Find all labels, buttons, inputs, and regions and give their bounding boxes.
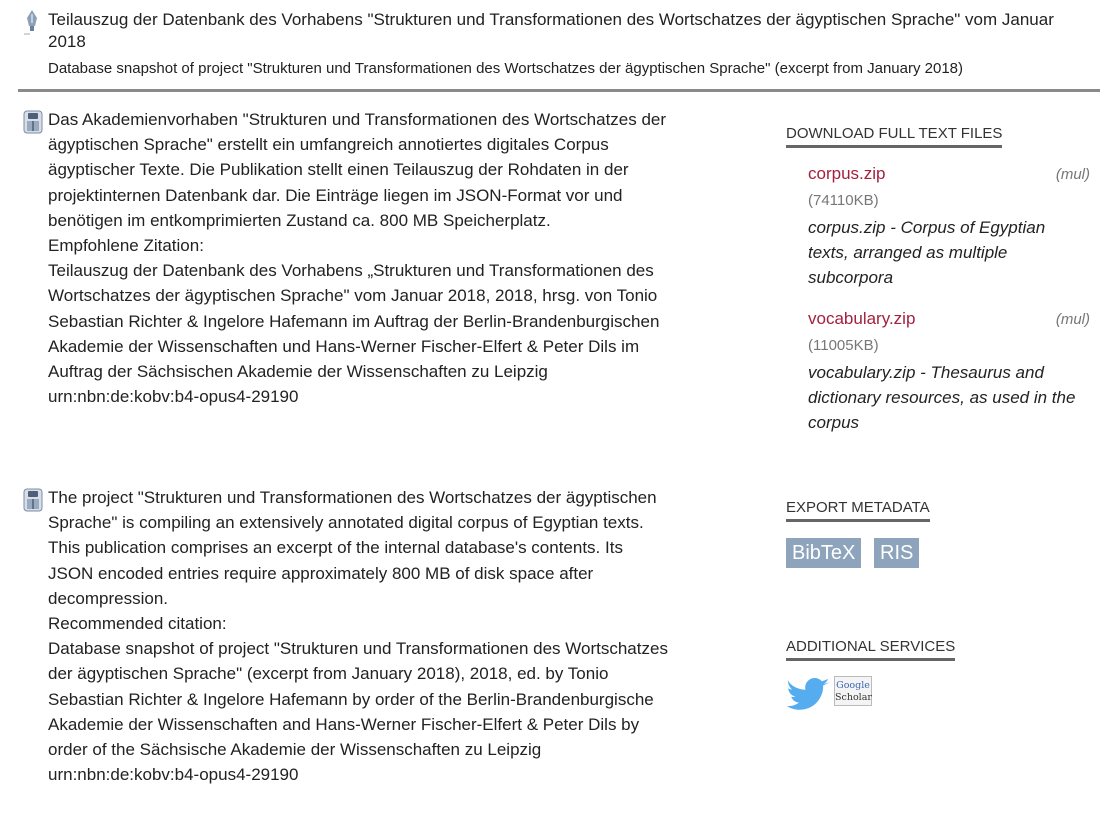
urn-identifier: urn:nbn:de:kobv:b4-opus4-29190 xyxy=(48,387,299,407)
file-language: (mul) xyxy=(1055,311,1090,328)
file-language: (mul) xyxy=(1055,166,1090,183)
corpus-download-link[interactable]: corpus.zip xyxy=(808,164,885,184)
citation-text: Teilauszug der Datenbank des Vorhabens „… xyxy=(48,261,660,382)
abstract-german: Das Akademienvorhaben "Strukturen und Tr… xyxy=(18,107,668,409)
german-flag-icon xyxy=(23,110,43,134)
document-title: Teilauszug der Datenbank des Vorhabens "… xyxy=(48,10,1054,51)
file-description: corpus.zip - Corpus of Egyptian texts, a… xyxy=(808,218,1046,287)
download-heading: DOWNLOAD FULL TEXT FILES xyxy=(786,125,1003,148)
vocabulary-download-link[interactable]: vocabulary.zip xyxy=(808,309,915,329)
citation-text: Database snapshot of project "Strukturen… xyxy=(48,639,668,760)
fountain-pen-icon xyxy=(24,10,37,35)
file-size: (11005KB) xyxy=(808,337,879,354)
google-scholar-icon[interactable]: Google Scholar xyxy=(834,676,872,706)
services-heading: ADDITIONAL SERVICES xyxy=(786,638,956,661)
file-description: vocabulary.zip - Thesaurus and dictionar… xyxy=(808,363,1076,432)
twitter-icon[interactable] xyxy=(786,676,830,710)
citation-label: Recommended citation: xyxy=(48,614,227,634)
abstract-text: The project "Strukturen und Transformati… xyxy=(48,488,657,608)
export-heading: EXPORT METADATA xyxy=(786,499,930,522)
file-size: (74110KB) xyxy=(808,192,879,209)
ris-export-button[interactable]: RIS xyxy=(874,538,920,568)
english-flag-icon xyxy=(23,488,43,512)
google-scholar-label-top: Google xyxy=(836,680,870,691)
abstract-english: The project "Strukturen und Transformati… xyxy=(18,485,668,787)
citation-label: Empfohlene Zitation: xyxy=(48,236,204,256)
bibtex-export-button[interactable]: BibTeX xyxy=(786,538,862,568)
urn-identifier: urn:nbn:de:kobv:b4-opus4-29190 xyxy=(48,765,299,785)
document-subtitle: Database snapshot of project "Strukturen… xyxy=(48,60,964,77)
document-header: Teilauszug der Datenbank des Vorhabens "… xyxy=(18,0,1100,92)
google-scholar-label-bottom: Scholar xyxy=(835,692,872,703)
abstract-text: Das Akademienvorhaben "Strukturen und Tr… xyxy=(48,110,667,230)
